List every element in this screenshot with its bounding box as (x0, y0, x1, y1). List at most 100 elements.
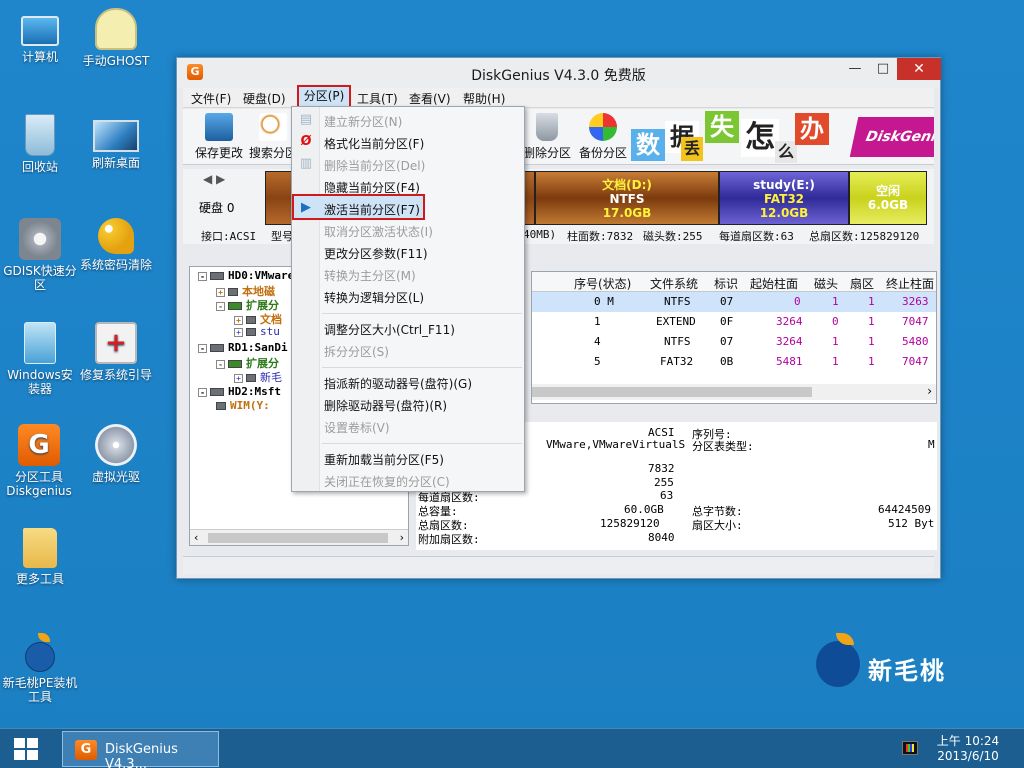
menu-disk[interactable]: 硬盘(D) (243, 90, 286, 107)
backup-partition-button[interactable]: 备份分区 (575, 113, 631, 161)
cell-head: 1 (832, 335, 839, 348)
save-icon (205, 113, 233, 141)
menu-bar: 文件(F) 硬盘(D) 分区(P) 工具(T) 查看(V) 帮助(H) (183, 85, 934, 108)
menu-item-set-label[interactable]: 设置卷标(V) (324, 419, 390, 436)
col-start-cyl[interactable]: 起始柱面 (750, 275, 798, 292)
maximize-button[interactable]: □ (868, 58, 898, 80)
collapse-icon[interactable]: - (198, 387, 207, 397)
cell-start: 5481 (776, 355, 803, 368)
table-row[interactable]: 5 FAT32 0B 5481 1 1 7047 (532, 352, 936, 372)
taskbar-diskgenius-button[interactable]: G DiskGenius V4.3... (62, 731, 219, 768)
expand-icon[interactable]: + (234, 373, 243, 383)
menu-item-resize[interactable]: 调整分区大小(Ctrl_F11) (324, 321, 455, 338)
menu-item-new-partition[interactable]: 建立新分区(N) (324, 113, 402, 130)
partition-segment-study[interactable]: study(E:) FAT32 12.0GB (719, 171, 849, 225)
start-button[interactable] (14, 738, 38, 760)
scroll-thumb[interactable] (532, 387, 812, 397)
desktop-icon-repair-boot[interactable]: 修复系统引导 (78, 322, 154, 382)
menu-tools[interactable]: 工具(T) (357, 90, 398, 107)
delete-partition-button[interactable]: 删除分区 (519, 113, 575, 161)
desktop-icon-refresh[interactable]: 刷新桌面 (78, 112, 154, 170)
title-bar[interactable]: G DiskGenius V4.3.0 免费版 — □ ✕ (177, 58, 941, 88)
info-total-sectors: 总扇区数:125829120 (809, 230, 920, 243)
tree-node-xinmao[interactable]: + 新毛 (234, 369, 282, 385)
expand-icon[interactable]: + (216, 287, 225, 297)
save-changes-button[interactable]: 保存更改 (191, 113, 247, 161)
collapse-icon[interactable]: - (216, 359, 225, 369)
partition-segment-docs[interactable]: 文档(D:) NTFS 17.0GB (535, 171, 719, 225)
info-interface: 接口:ACSI (201, 230, 257, 243)
close-button[interactable]: ✕ (897, 58, 941, 80)
menu-view[interactable]: 查看(V) (409, 90, 451, 107)
desktop-icon-gdisk[interactable]: GDISK快速分区 (0, 218, 80, 292)
tray-action-center-icon[interactable] (902, 741, 918, 755)
collapse-icon[interactable]: - (198, 271, 207, 281)
tree-node-study[interactable]: + stu (234, 325, 280, 338)
desktop-icon-ghost[interactable]: 手动GHOST (78, 8, 154, 68)
tree-node-rd1[interactable]: - RD1:SanDi (198, 341, 288, 354)
menu-item-to-primary[interactable]: 转换为主分区(M) (324, 267, 416, 284)
collapse-icon[interactable]: - (198, 343, 207, 353)
detail-extra-label: 附加扇区数: (418, 533, 480, 546)
menu-item-assign-letter[interactable]: 指派新的驱动器号(盘符)(G) (324, 375, 472, 392)
menu-file[interactable]: 文件(F) (191, 90, 231, 107)
menu-item-activate[interactable]: 激活当前分区(F7) (324, 201, 420, 218)
desktop-icon-password[interactable]: 系统密码清除 (78, 218, 154, 272)
tree-node-hd0[interactable]: - HD0:VMware (198, 269, 294, 282)
expand-icon[interactable]: + (234, 327, 243, 337)
partition-segment-free[interactable]: 空闲 6.0GB (849, 171, 927, 225)
menu-item-to-logical[interactable]: 转换为逻辑分区(L) (324, 289, 424, 306)
gear-icon (19, 218, 61, 260)
clock[interactable]: 上午 10:24 2013/6/10 (930, 734, 1006, 764)
table-row[interactable]: 4 NTFS 07 3264 1 1 5480 (532, 332, 936, 352)
menu-partition[interactable]: 分区(P) (297, 85, 351, 108)
tree-node-label: 新毛 (260, 371, 282, 384)
scroll-right-icon[interactable]: › (927, 384, 932, 398)
disk-nav-arrows[interactable]: ◀ ▶ (203, 172, 225, 186)
detail-heads: 255 (654, 476, 674, 489)
minimize-button[interactable]: — (840, 58, 870, 80)
desktop-icon-pe-installer[interactable]: 新毛桃PE装机工具 (0, 632, 80, 704)
cell-head: 1 (832, 295, 839, 308)
table-row[interactable]: 0 M NTFS 07 0 1 1 3263 (532, 292, 936, 312)
menu-item-hide[interactable]: 隐藏当前分区(F4) (324, 179, 420, 196)
ad-banner[interactable]: 数 据 丢 失 怎 么 办 DiskGenius (629, 109, 934, 165)
expand-icon[interactable]: + (234, 315, 243, 325)
desktop-icon-windows-installer[interactable]: Windows安装器 (2, 322, 78, 396)
scroll-right-icon[interactable]: › (400, 531, 404, 544)
col-head[interactable]: 磁头 (814, 275, 838, 292)
menu-separator (322, 367, 522, 368)
table-horizontal-scrollbar[interactable]: › (532, 384, 936, 400)
table-row[interactable]: 1 EXTEND 0F 3264 0 1 7047 (532, 312, 936, 332)
col-fs[interactable]: 文件系统 (650, 275, 698, 292)
tree-node-wim[interactable]: WIM(Y: (216, 399, 270, 412)
desktop-icon-recycle-bin[interactable]: 回收站 (2, 114, 78, 174)
scroll-left-icon[interactable]: ‹ (194, 531, 198, 544)
desktop-icon-virtual-drive[interactable]: 虚拟光驱 (78, 424, 154, 484)
menu-item-reload[interactable]: 重新加载当前分区(F5) (324, 451, 444, 468)
desktop-icon-more-tools[interactable]: 更多工具 (2, 528, 78, 586)
menu-item-split[interactable]: 拆分分区(S) (324, 343, 389, 360)
cell-sector: 1 (868, 295, 875, 308)
detail-total-sectors-value: 125829120 (600, 517, 660, 530)
menu-item-remove-letter[interactable]: 删除驱动器号(盘符)(R) (324, 397, 447, 414)
installer-icon (24, 322, 56, 364)
tree-node-hd2[interactable]: - HD2:Msft (198, 385, 281, 398)
scroll-thumb[interactable] (208, 533, 388, 543)
tree-horizontal-scrollbar[interactable]: ‹ › (190, 529, 408, 545)
desktop-icon-diskgenius[interactable]: 分区工具Diskgenius (0, 424, 78, 498)
menu-item-deactivate[interactable]: 取消分区激活状态(I) (324, 223, 433, 240)
collapse-icon[interactable]: - (216, 301, 225, 311)
disk-icon (210, 388, 224, 396)
menu-help[interactable]: 帮助(H) (463, 90, 505, 107)
menu-item-delete[interactable]: 删除当前分区(Del) (324, 157, 425, 174)
menu-item-change-params[interactable]: 更改分区参数(F11) (324, 245, 428, 262)
menu-item-format[interactable]: 格式化当前分区(F) (324, 135, 424, 152)
col-seq[interactable]: 序号(状态) (574, 275, 631, 292)
col-sector[interactable]: 扇区 (850, 275, 874, 292)
desktop-icon-computer[interactable]: 计算机 (2, 8, 78, 64)
col-end-cyl[interactable]: 终止柱面 (886, 275, 934, 292)
col-id[interactable]: 标识 (714, 275, 738, 292)
new-partition-icon: ▤ (299, 112, 313, 127)
menu-item-close-recovering[interactable]: 关闭正在恢复的分区(C) (324, 473, 450, 490)
